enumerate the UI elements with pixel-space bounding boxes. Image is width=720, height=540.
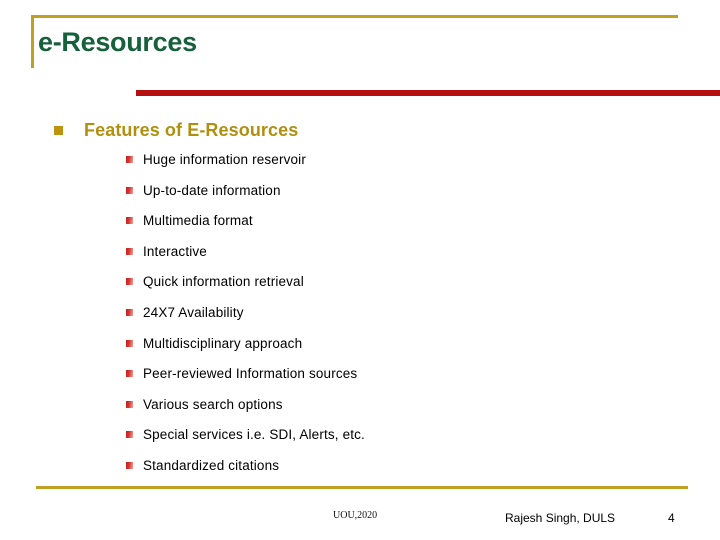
section-heading-row: Features of E-Resources: [54, 118, 298, 142]
list-item-label: Peer-reviewed Information sources: [143, 366, 358, 382]
list-item-label: Interactive: [143, 243, 207, 259]
list-item: Up-to-date information: [126, 181, 706, 212]
list-item-label: Quick information retrieval: [143, 274, 304, 290]
list-item: Special services i.e. SDI, Alerts, etc.: [126, 425, 706, 456]
title-frame-left-rule: [31, 15, 34, 68]
footer-source-label: UOU,2020: [333, 510, 378, 521]
list-item: Quick information retrieval: [126, 272, 706, 303]
list-item-label: Up-to-date information: [143, 182, 281, 198]
red-accent-bar: [136, 90, 720, 96]
red-square-bullet-icon: [126, 217, 133, 225]
footer-divider-rule: [36, 486, 688, 489]
footer-author-label: Rajesh Singh, DULS: [505, 511, 616, 525]
red-square-bullet-icon: [126, 370, 133, 378]
red-square-bullet-icon: [126, 278, 133, 286]
red-square-bullet-icon: [126, 339, 133, 347]
red-square-bullet-icon: [126, 156, 133, 163]
section-heading-label: Features of E-Resources: [84, 120, 299, 140]
list-item: Various search options: [126, 395, 706, 426]
list-item-label: Standardized citations: [143, 457, 280, 473]
list-item-label: Huge information reservoir: [143, 152, 306, 167]
red-square-bullet-icon: [126, 186, 133, 194]
list-item-label: 24X7 Availability: [143, 304, 244, 320]
list-item: Standardized citations: [126, 456, 706, 487]
presentation-slide: e-Resources Features of E-Resources Huge…: [0, 0, 720, 540]
list-item-label: Various search options: [143, 396, 283, 412]
red-square-bullet-icon: [126, 461, 133, 469]
list-item: Multimedia format: [126, 211, 706, 242]
list-item: Multidisciplinary approach: [126, 334, 706, 365]
red-square-bullet-icon: [126, 308, 133, 316]
list-item-label: Multimedia format: [143, 213, 253, 229]
list-item: Peer-reviewed Information sources: [126, 364, 706, 395]
red-square-bullet-icon: [126, 400, 133, 408]
list-item: Interactive: [126, 242, 706, 273]
red-square-bullet-icon: [126, 431, 133, 439]
list-item-label: Special services i.e. SDI, Alerts, etc.: [143, 427, 365, 443]
list-item: 24X7 Availability: [126, 303, 706, 334]
red-square-bullet-icon: [126, 247, 133, 255]
gold-square-bullet-icon: [54, 125, 63, 135]
footer-page-number: 4: [668, 511, 675, 525]
slide-title: e-Resources: [38, 27, 197, 57]
title-frame-top-rule: [31, 15, 678, 18]
list-item-label: Multidisciplinary approach: [143, 335, 303, 351]
list-item: Huge information reservoir: [126, 150, 706, 181]
feature-bullet-list: Huge information reservoir Up-to-date inf…: [126, 150, 706, 487]
